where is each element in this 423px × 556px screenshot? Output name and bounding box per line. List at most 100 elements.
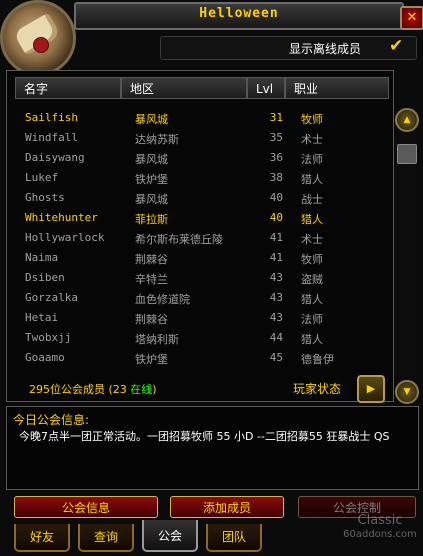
member-row[interactable]: Gorzalka 血色修道院 43 猎人: [13, 289, 385, 307]
member-name: Lukef: [25, 171, 59, 184]
show-offline-label: 显示离线成员: [289, 42, 362, 56]
member-row[interactable]: Sailfish 暴风城 31 牧师: [13, 109, 385, 127]
member-name: Goaamo: [25, 351, 65, 364]
guild-motd: 今日公会信息: 今晚7点半一团正常活动。一团招募牧师 55 小D --二团招募5…: [6, 406, 419, 490]
member-count-text: 295位公会成员 (23: [29, 383, 131, 396]
column-header-class[interactable]: 职业: [285, 77, 389, 99]
member-class: 战士: [301, 193, 323, 206]
member-class: 牧师: [301, 113, 323, 126]
member-count-close: ): [152, 383, 157, 396]
member-name: Ghosts: [25, 191, 65, 204]
member-zone: 荆棘谷: [135, 253, 168, 266]
member-class: 法师: [301, 153, 323, 166]
member-zone: 铁炉堡: [135, 353, 168, 366]
member-name: Daisywang: [25, 151, 85, 164]
wax-seal-icon: [33, 37, 49, 53]
member-row[interactable]: Dsiben 辛特兰 43 盗贼: [13, 269, 385, 287]
member-class: 猎人: [301, 213, 323, 226]
member-row[interactable]: Goaamo 铁炉堡 45 德鲁伊: [13, 349, 385, 367]
motd-title: 今日公会信息:: [13, 413, 90, 427]
member-zone: 暴风城: [135, 193, 168, 206]
scroll-up-button[interactable]: ▲: [395, 108, 419, 132]
member-level: 31: [269, 111, 283, 124]
member-class: 德鲁伊: [301, 353, 334, 366]
member-row[interactable]: Naima 荆棘谷 41 牧师: [13, 249, 385, 267]
member-level: 45: [269, 351, 283, 364]
column-header-zone[interactable]: 地区: [121, 77, 247, 99]
tab-raid[interactable]: 团队: [206, 524, 262, 552]
member-zone: 塔纳利斯: [135, 333, 179, 346]
checkmark-icon[interactable]: ✔: [389, 36, 403, 56]
member-row[interactable]: Lukef 铁炉堡 38 猎人: [13, 169, 385, 187]
guild-info-button[interactable]: 公会信息: [14, 496, 158, 518]
player-status-button[interactable]: ▶: [357, 375, 385, 403]
member-class: 法师: [301, 313, 323, 326]
member-row[interactable]: Hollywarlock 希尔斯布莱德丘陵 41 术士: [13, 229, 385, 247]
member-class: 盗贼: [301, 273, 323, 286]
member-zone: 暴风城: [135, 113, 168, 126]
title-bar: Helloween: [74, 2, 404, 30]
column-header-name[interactable]: 名字: [15, 77, 121, 99]
member-name: Hetai: [25, 311, 59, 324]
member-class: 牧师: [301, 253, 323, 266]
motd-text: 今晚7点半一团正常活动。一团招募牧师 55 小D --二团招募55 狂暴战士 Q…: [19, 430, 390, 443]
add-member-button[interactable]: 添加成员: [170, 496, 284, 518]
member-class: 猎人: [301, 173, 323, 186]
member-level: 36: [269, 151, 283, 164]
close-button[interactable]: ✕: [400, 6, 423, 30]
member-level: 44: [269, 331, 283, 344]
member-zone: 血色修道院: [135, 293, 190, 306]
member-row[interactable]: Windfall 达纳苏斯 35 术士: [13, 129, 385, 147]
show-offline-toggle[interactable]: 显示离线成员 ✔: [160, 36, 417, 60]
watermark-line2: 60addons.com: [343, 529, 417, 540]
scroll-thumb[interactable]: [397, 144, 417, 164]
roster-scrollbar[interactable]: ▲ ▼: [395, 108, 419, 404]
watermark: Classic 60addons.com: [340, 514, 420, 542]
member-row[interactable]: Twobxjj 塔纳利斯 44 猎人: [13, 329, 385, 347]
member-zone: 辛特兰: [135, 273, 168, 286]
member-level: 43: [269, 291, 283, 304]
member-name: Sailfish: [25, 111, 78, 124]
member-row[interactable]: Ghosts 暴风城 40 战士: [13, 189, 385, 207]
member-class: 猎人: [301, 333, 323, 346]
member-row[interactable]: Hetai 荆棘谷 43 法师: [13, 309, 385, 327]
member-level: 40: [269, 211, 283, 224]
player-status-label: 玩家状态: [293, 382, 342, 396]
member-name: Gorzalka: [25, 291, 78, 304]
member-class: 术士: [301, 133, 323, 146]
member-zone: 希尔斯布莱德丘陵: [135, 233, 223, 246]
member-level: 43: [269, 311, 283, 324]
guild-portrait: [0, 0, 76, 76]
member-name: Whitehunter: [25, 211, 98, 224]
member-name: Naima: [25, 251, 59, 264]
column-header-level[interactable]: Lvl: [247, 77, 285, 99]
member-zone: 达纳苏斯: [135, 133, 179, 146]
member-zone: 铁炉堡: [135, 173, 168, 186]
member-level: 41: [269, 231, 283, 244]
member-count: 295位公会成员 (23 在线): [29, 381, 157, 397]
guild-title: Helloween: [199, 6, 279, 21]
watermark-line1: Classic: [357, 513, 403, 528]
member-row[interactable]: Whitehunter 菲拉斯 40 猎人: [13, 209, 385, 227]
guild-window: Helloween ✕ 显示离线成员 ✔ 名字 地区 Lvl 职业 Sailfi…: [0, 0, 423, 556]
member-level: 40: [269, 191, 283, 204]
member-zone: 暴风城: [135, 153, 168, 166]
member-class: 猎人: [301, 293, 323, 306]
member-level: 43: [269, 271, 283, 284]
member-level: 41: [269, 251, 283, 264]
member-name: Windfall: [25, 131, 78, 144]
scroll-down-button[interactable]: ▼: [395, 380, 419, 404]
member-level: 35: [269, 131, 283, 144]
tab-guild[interactable]: 公会: [142, 520, 198, 552]
member-level: 38: [269, 171, 283, 184]
member-zone: 菲拉斯: [135, 213, 168, 226]
member-name: Hollywarlock: [25, 231, 105, 244]
member-row[interactable]: Daisywang 暴风城 36 法师: [13, 149, 385, 167]
member-name: Twobxjj: [25, 331, 72, 344]
member-class: 术士: [301, 233, 323, 246]
guild-roster: 名字 地区 Lvl 职业 Sailfish 暴风城 31 牧师 Windfall 达纳苏斯…: [6, 70, 394, 403]
member-zone: 荆棘谷: [135, 313, 168, 326]
tab-who[interactable]: 查询: [78, 524, 134, 552]
tab-friends[interactable]: 好友: [14, 524, 70, 552]
online-label: 在线: [130, 383, 153, 396]
